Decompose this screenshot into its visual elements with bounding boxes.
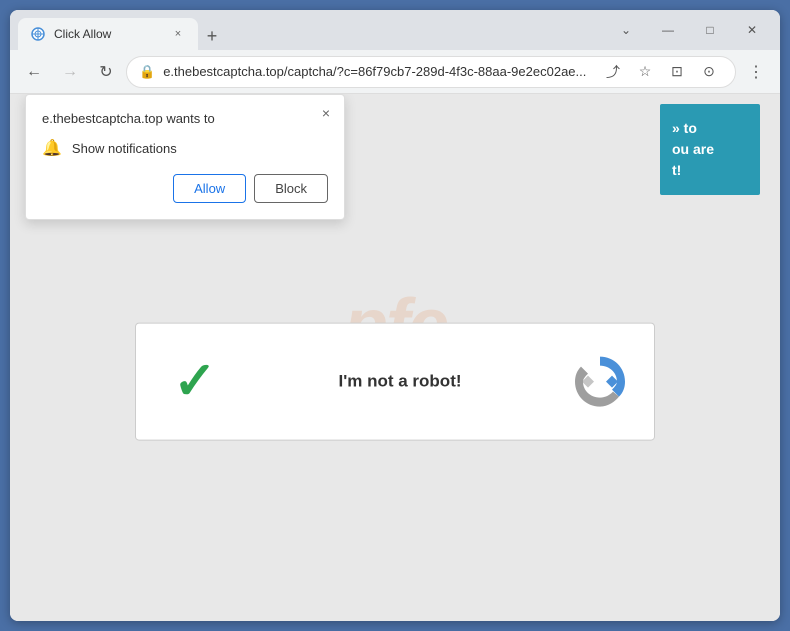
- page-content: pfc fishguard » to ou are t! × e.thebest…: [10, 94, 780, 621]
- profile-button[interactable]: ⊙: [695, 58, 723, 86]
- captcha-label: I'm not a robot!: [250, 371, 550, 391]
- maximize-button[interactable]: □: [690, 15, 730, 45]
- address-text: e.thebestcaptcha.top/captcha/?c=86f79cb7…: [163, 64, 591, 79]
- refresh-button[interactable]: ↻: [90, 56, 122, 88]
- new-tab-button[interactable]: +: [198, 22, 226, 50]
- captcha-box: ✓ I'm not a robot!: [135, 322, 655, 440]
- teal-line1: » to: [672, 118, 748, 139]
- teal-line2: ou are: [672, 139, 748, 160]
- chevron-down-control[interactable]: ⌄: [606, 15, 646, 45]
- block-button[interactable]: Block: [254, 174, 328, 203]
- recaptcha-logo: [570, 351, 630, 411]
- popup-notification-text: Show notifications: [72, 141, 177, 156]
- close-button[interactable]: ✕: [732, 15, 772, 45]
- title-bar: Click Allow × + ⌄ — □ ✕: [10, 10, 780, 50]
- browser-window: Click Allow × + ⌄ — □ ✕ ← → ↻ 🔒 e.thebes…: [10, 10, 780, 621]
- minimize-button[interactable]: —: [648, 15, 688, 45]
- tab-area: Click Allow × +: [18, 10, 594, 50]
- check-icon: ✓: [173, 355, 217, 407]
- share-button[interactable]: ⤴: [599, 58, 627, 86]
- popup-title: e.thebestcaptcha.top wants to: [42, 111, 308, 126]
- notification-popup: × e.thebestcaptcha.top wants to 🔔 Show n…: [25, 94, 345, 220]
- lock-icon: 🔒: [139, 64, 155, 80]
- allow-button[interactable]: Allow: [173, 174, 246, 203]
- back-button[interactable]: ←: [18, 56, 50, 88]
- extensions-button[interactable]: ⊡: [663, 58, 691, 86]
- popup-notification-row: 🔔 Show notifications: [42, 138, 328, 158]
- tab-favicon: [30, 26, 46, 42]
- address-actions: ⤴ ☆ ⊡ ⊙: [599, 58, 723, 86]
- address-bar[interactable]: 🔒 e.thebestcaptcha.top/captcha/?c=86f79c…: [126, 56, 736, 88]
- teal-line3: t!: [672, 160, 748, 181]
- tab-close-button[interactable]: ×: [170, 26, 186, 42]
- popup-close-button[interactable]: ×: [316, 103, 336, 123]
- popup-buttons: Allow Block: [42, 174, 328, 203]
- menu-button[interactable]: ⋮: [740, 56, 772, 88]
- captcha-checkmark: ✓: [160, 351, 230, 411]
- forward-button[interactable]: →: [54, 56, 86, 88]
- bookmark-button[interactable]: ☆: [631, 58, 659, 86]
- browser-tab[interactable]: Click Allow ×: [18, 18, 198, 50]
- teal-banner: » to ou are t!: [660, 104, 760, 195]
- navigation-bar: ← → ↻ 🔒 e.thebestcaptcha.top/captcha/?c=…: [10, 50, 780, 94]
- bell-icon: 🔔: [42, 138, 62, 158]
- window-controls: ⌄ — □ ✕: [606, 15, 772, 45]
- tab-title: Click Allow: [54, 27, 162, 41]
